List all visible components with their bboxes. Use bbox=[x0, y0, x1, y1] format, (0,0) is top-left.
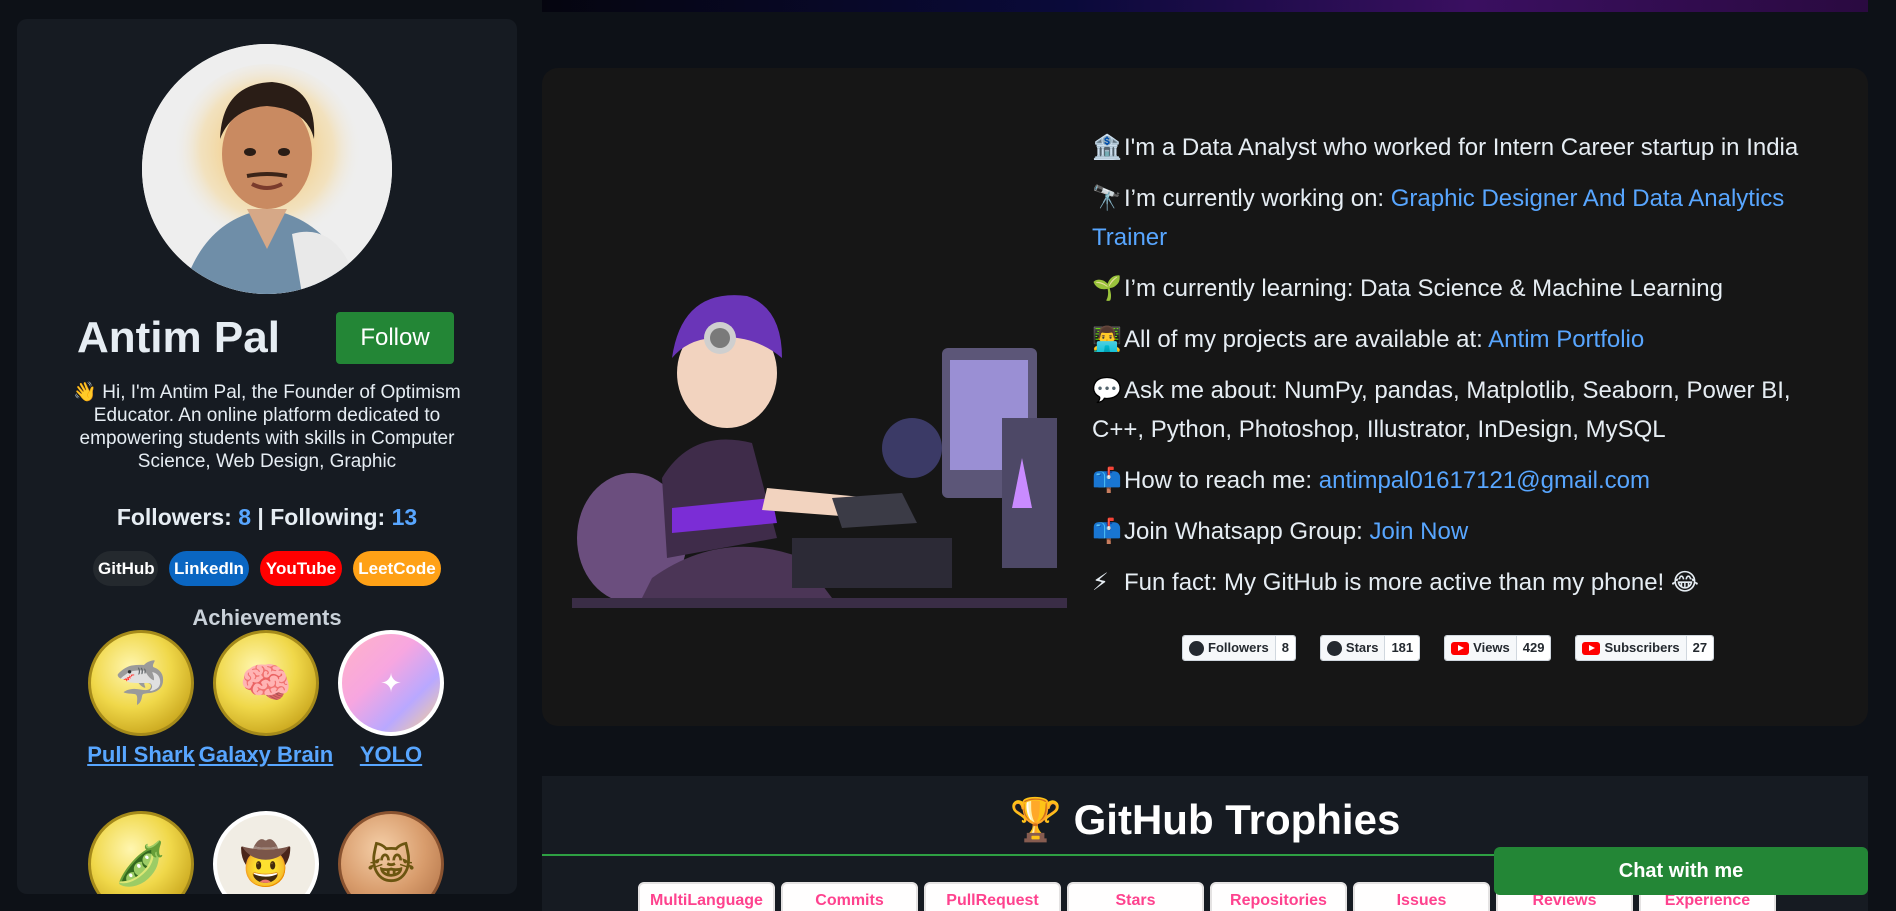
youtube-link[interactable]: YouTube bbox=[260, 551, 342, 586]
about-text-role: I'm a Data Analyst who worked for Intern… bbox=[1124, 134, 1799, 161]
followers-count[interactable]: 8 bbox=[238, 504, 251, 530]
counts-separator: | bbox=[257, 504, 264, 530]
trophy-stars[interactable]: Stars bbox=[1067, 882, 1204, 911]
bronze-badge-icon[interactable]: 😹 bbox=[338, 811, 444, 894]
top-banner-strip bbox=[542, 0, 1868, 12]
shark-badge-icon[interactable]: 🦈 bbox=[88, 630, 194, 736]
coder-illustration bbox=[572, 278, 1067, 608]
seedling-icon: 🌱 bbox=[1092, 275, 1122, 302]
chat-with-me-button[interactable]: Chat with me bbox=[1494, 847, 1868, 895]
github-icon bbox=[1326, 640, 1342, 656]
about-text-working-on: I’m currently working on: bbox=[1124, 185, 1391, 212]
github-link[interactable]: GitHub bbox=[93, 551, 158, 586]
about-text-whatsapp: Join Whatsapp Group: bbox=[1124, 518, 1370, 545]
follow-button[interactable]: Follow bbox=[336, 312, 454, 364]
speech-bubble-icon: 💬 bbox=[1092, 377, 1122, 404]
follow-counts: Followers: 8 | Following: 13 bbox=[17, 504, 517, 531]
about-line-role: 🏦I'm a Data Analyst who worked for Inter… bbox=[1092, 128, 1832, 167]
social-links: GitHub LinkedIn YouTube LeetCode bbox=[17, 551, 517, 586]
stat-label: Stars bbox=[1345, 640, 1379, 655]
stat-badges: Followers 8 Stars 181 Views 429 Subscrib… bbox=[1182, 635, 1715, 661]
about-line-learning: 🌱I’m currently learning: Data Science & … bbox=[1092, 269, 1832, 308]
avatar bbox=[142, 44, 392, 294]
profile-sidebar: Antim Pal Follow 👋 Hi, I'm Antim Pal, th… bbox=[17, 19, 517, 894]
stat-count: 429 bbox=[1515, 636, 1551, 660]
yolo-badge-icon[interactable]: ✦ bbox=[338, 630, 444, 736]
trophy-commits[interactable]: Commits bbox=[781, 882, 918, 911]
profile-bio: 👋 Hi, I'm Antim Pal, the Founder of Opti… bbox=[73, 382, 461, 472]
profile-name: Antim Pal bbox=[77, 313, 280, 362]
stat-label: Views bbox=[1473, 640, 1510, 655]
mailbox-icon: 📫 bbox=[1092, 518, 1122, 545]
about-line-reach-me: 📫How to reach me: antimpal01617121@gmail… bbox=[1092, 461, 1832, 500]
stat-count: 27 bbox=[1685, 636, 1714, 660]
trophy-issues[interactable]: Issues bbox=[1353, 882, 1490, 911]
trophy-pullrequest[interactable]: PullRequest bbox=[924, 882, 1061, 911]
about-line-projects: 👨‍💻All of my projects are available at: … bbox=[1092, 320, 1832, 359]
following-label: Following: bbox=[270, 504, 386, 530]
badge-label-galaxy-brain[interactable]: Galaxy Brain bbox=[196, 742, 336, 768]
bank-icon: 🏦 bbox=[1092, 134, 1122, 161]
followers-stat-badge[interactable]: Followers 8 bbox=[1182, 635, 1296, 661]
leetcode-link[interactable]: LeetCode bbox=[353, 551, 441, 586]
youtube-icon bbox=[1451, 641, 1470, 655]
cowboy-badge-icon[interactable]: 🤠 bbox=[213, 811, 319, 894]
followers-label: Followers: bbox=[116, 504, 232, 530]
following-count[interactable]: 13 bbox=[392, 504, 418, 530]
trophies-title: 🏆 GitHub Trophies bbox=[1009, 796, 1401, 843]
telescope-icon: 🔭 bbox=[1092, 185, 1122, 212]
stat-count: 181 bbox=[1384, 636, 1420, 660]
about-text-projects: All of my projects are available at: bbox=[1124, 326, 1489, 353]
about-card: 🏦I'm a Data Analyst who worked for Inter… bbox=[542, 68, 1868, 726]
about-line-fun-fact: ⚡ Fun fact: My GitHub is more active than… bbox=[1092, 563, 1832, 602]
trophy-repositories[interactable]: Repositories bbox=[1210, 882, 1347, 911]
email-link[interactable]: antimpal01617121@gmail.com bbox=[1319, 467, 1650, 494]
mailbox-icon: 📫 bbox=[1092, 467, 1122, 494]
about-list: 🏦I'm a Data Analyst who worked for Inter… bbox=[1092, 128, 1832, 614]
stat-label: Followers bbox=[1208, 640, 1269, 655]
about-text-learning: I’m currently learning: Data Science & M… bbox=[1124, 275, 1723, 302]
about-text-reach-me: How to reach me: bbox=[1124, 467, 1319, 494]
pair-badge-icon[interactable]: 🫛 bbox=[88, 811, 194, 894]
trophy-multilanguage[interactable]: MultiLanguage bbox=[638, 882, 775, 911]
brain-badge-icon[interactable]: 🧠 bbox=[213, 630, 319, 736]
portfolio-link[interactable]: Antim Portfolio bbox=[1488, 326, 1644, 353]
about-text-ask-me: Ask me about: NumPy, pandas, Matplotlib,… bbox=[1092, 377, 1791, 443]
technologist-icon: 👨‍💻 bbox=[1092, 326, 1122, 353]
lightning-icon: ⚡ bbox=[1092, 569, 1109, 596]
badge-label-yolo[interactable]: YOLO bbox=[321, 742, 461, 768]
stat-count: 8 bbox=[1274, 636, 1295, 660]
stars-stat-badge[interactable]: Stars 181 bbox=[1319, 635, 1421, 661]
about-text-fun-fact: Fun fact: My GitHub is more active than … bbox=[1124, 569, 1699, 596]
linkedin-link[interactable]: LinkedIn bbox=[169, 551, 249, 586]
whatsapp-join-link[interactable]: Join Now bbox=[1369, 518, 1468, 545]
about-line-working-on: 🔭I’m currently working on: Graphic Desig… bbox=[1092, 179, 1832, 257]
about-line-ask-me: 💬Ask me about: NumPy, pandas, Matplotlib… bbox=[1092, 371, 1832, 449]
youtube-icon bbox=[1582, 641, 1601, 655]
achievements-title: Achievements bbox=[192, 605, 342, 630]
stat-label: Subscribers bbox=[1604, 640, 1680, 655]
subscribers-stat-badge[interactable]: Subscribers 27 bbox=[1575, 635, 1715, 661]
views-stat-badge[interactable]: Views 429 bbox=[1444, 635, 1552, 661]
about-line-whatsapp: 📫Join Whatsapp Group: Join Now bbox=[1092, 512, 1832, 551]
github-icon bbox=[1189, 640, 1204, 656]
badge-label-pull-shark[interactable]: Pull Shark bbox=[71, 742, 211, 768]
